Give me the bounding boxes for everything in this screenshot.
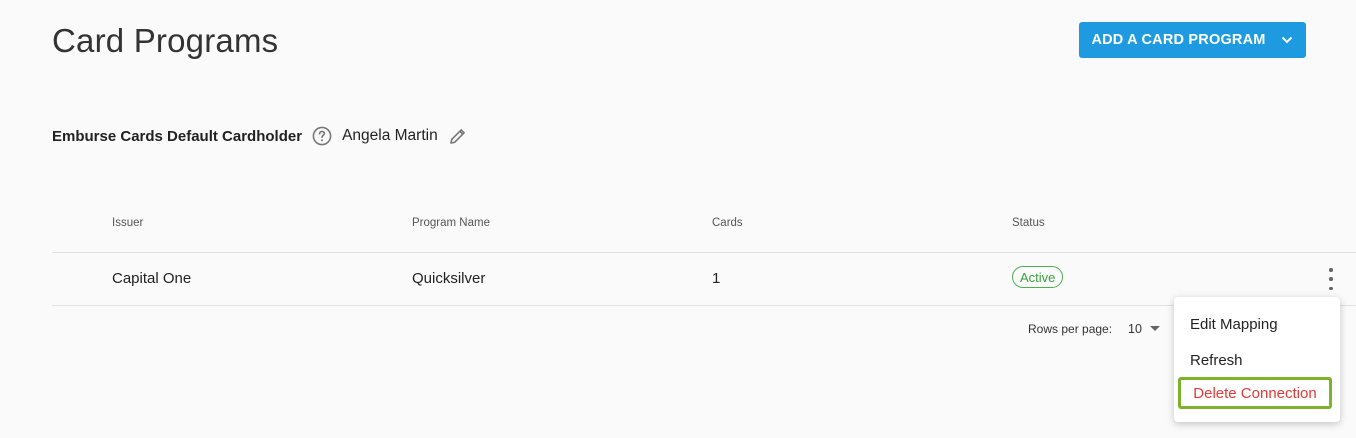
rows-per-page-label: Rows per page: [1028, 322, 1113, 336]
status-badge: Active [1012, 266, 1064, 288]
menu-item-delete-connection[interactable]: Delete Connection [1178, 377, 1332, 409]
table-header: Issuer Program Name Cards Status [52, 214, 1356, 253]
menu-item-refresh[interactable]: Refresh [1190, 352, 1243, 369]
table-row[interactable]: Capital One Quicksilver 1 Active [52, 253, 1356, 306]
row-actions-menu: Edit Mapping Refresh Delete Connection [1174, 297, 1340, 422]
add-card-program-label: ADD A CARD PROGRAM [1091, 32, 1266, 48]
default-cardholder-row: Emburse Cards Default Cardholder Angela … [52, 122, 468, 150]
pagination: Rows per page: 10 [1028, 322, 1160, 336]
issuer-cell: Capital One [112, 270, 192, 287]
page-title: Card Programs [52, 22, 279, 59]
more-vertical-icon[interactable] [1325, 268, 1337, 290]
column-header-cards: Cards [712, 217, 743, 229]
column-header-program-name: Program Name [412, 217, 490, 229]
cards-cell: 1 [712, 270, 721, 287]
column-header-status: Status [1012, 217, 1045, 229]
caret-down-icon [1149, 326, 1160, 332]
pencil-icon[interactable] [448, 126, 468, 146]
default-cardholder-name: Angela Martin [342, 127, 438, 144]
add-card-program-button[interactable]: ADD A CARD PROGRAM [1079, 22, 1306, 58]
menu-item-edit-mapping[interactable]: Edit Mapping [1190, 316, 1278, 333]
default-cardholder-label: Emburse Cards Default Cardholder [52, 127, 303, 145]
rows-per-page-value: 10 [1128, 322, 1142, 336]
help-circle-icon[interactable] [312, 126, 332, 146]
chevron-down-icon [1280, 33, 1294, 47]
program-name-cell: Quicksilver [412, 270, 486, 287]
rows-per-page-select[interactable]: 10 [1128, 322, 1160, 336]
column-header-issuer: Issuer [112, 217, 144, 229]
